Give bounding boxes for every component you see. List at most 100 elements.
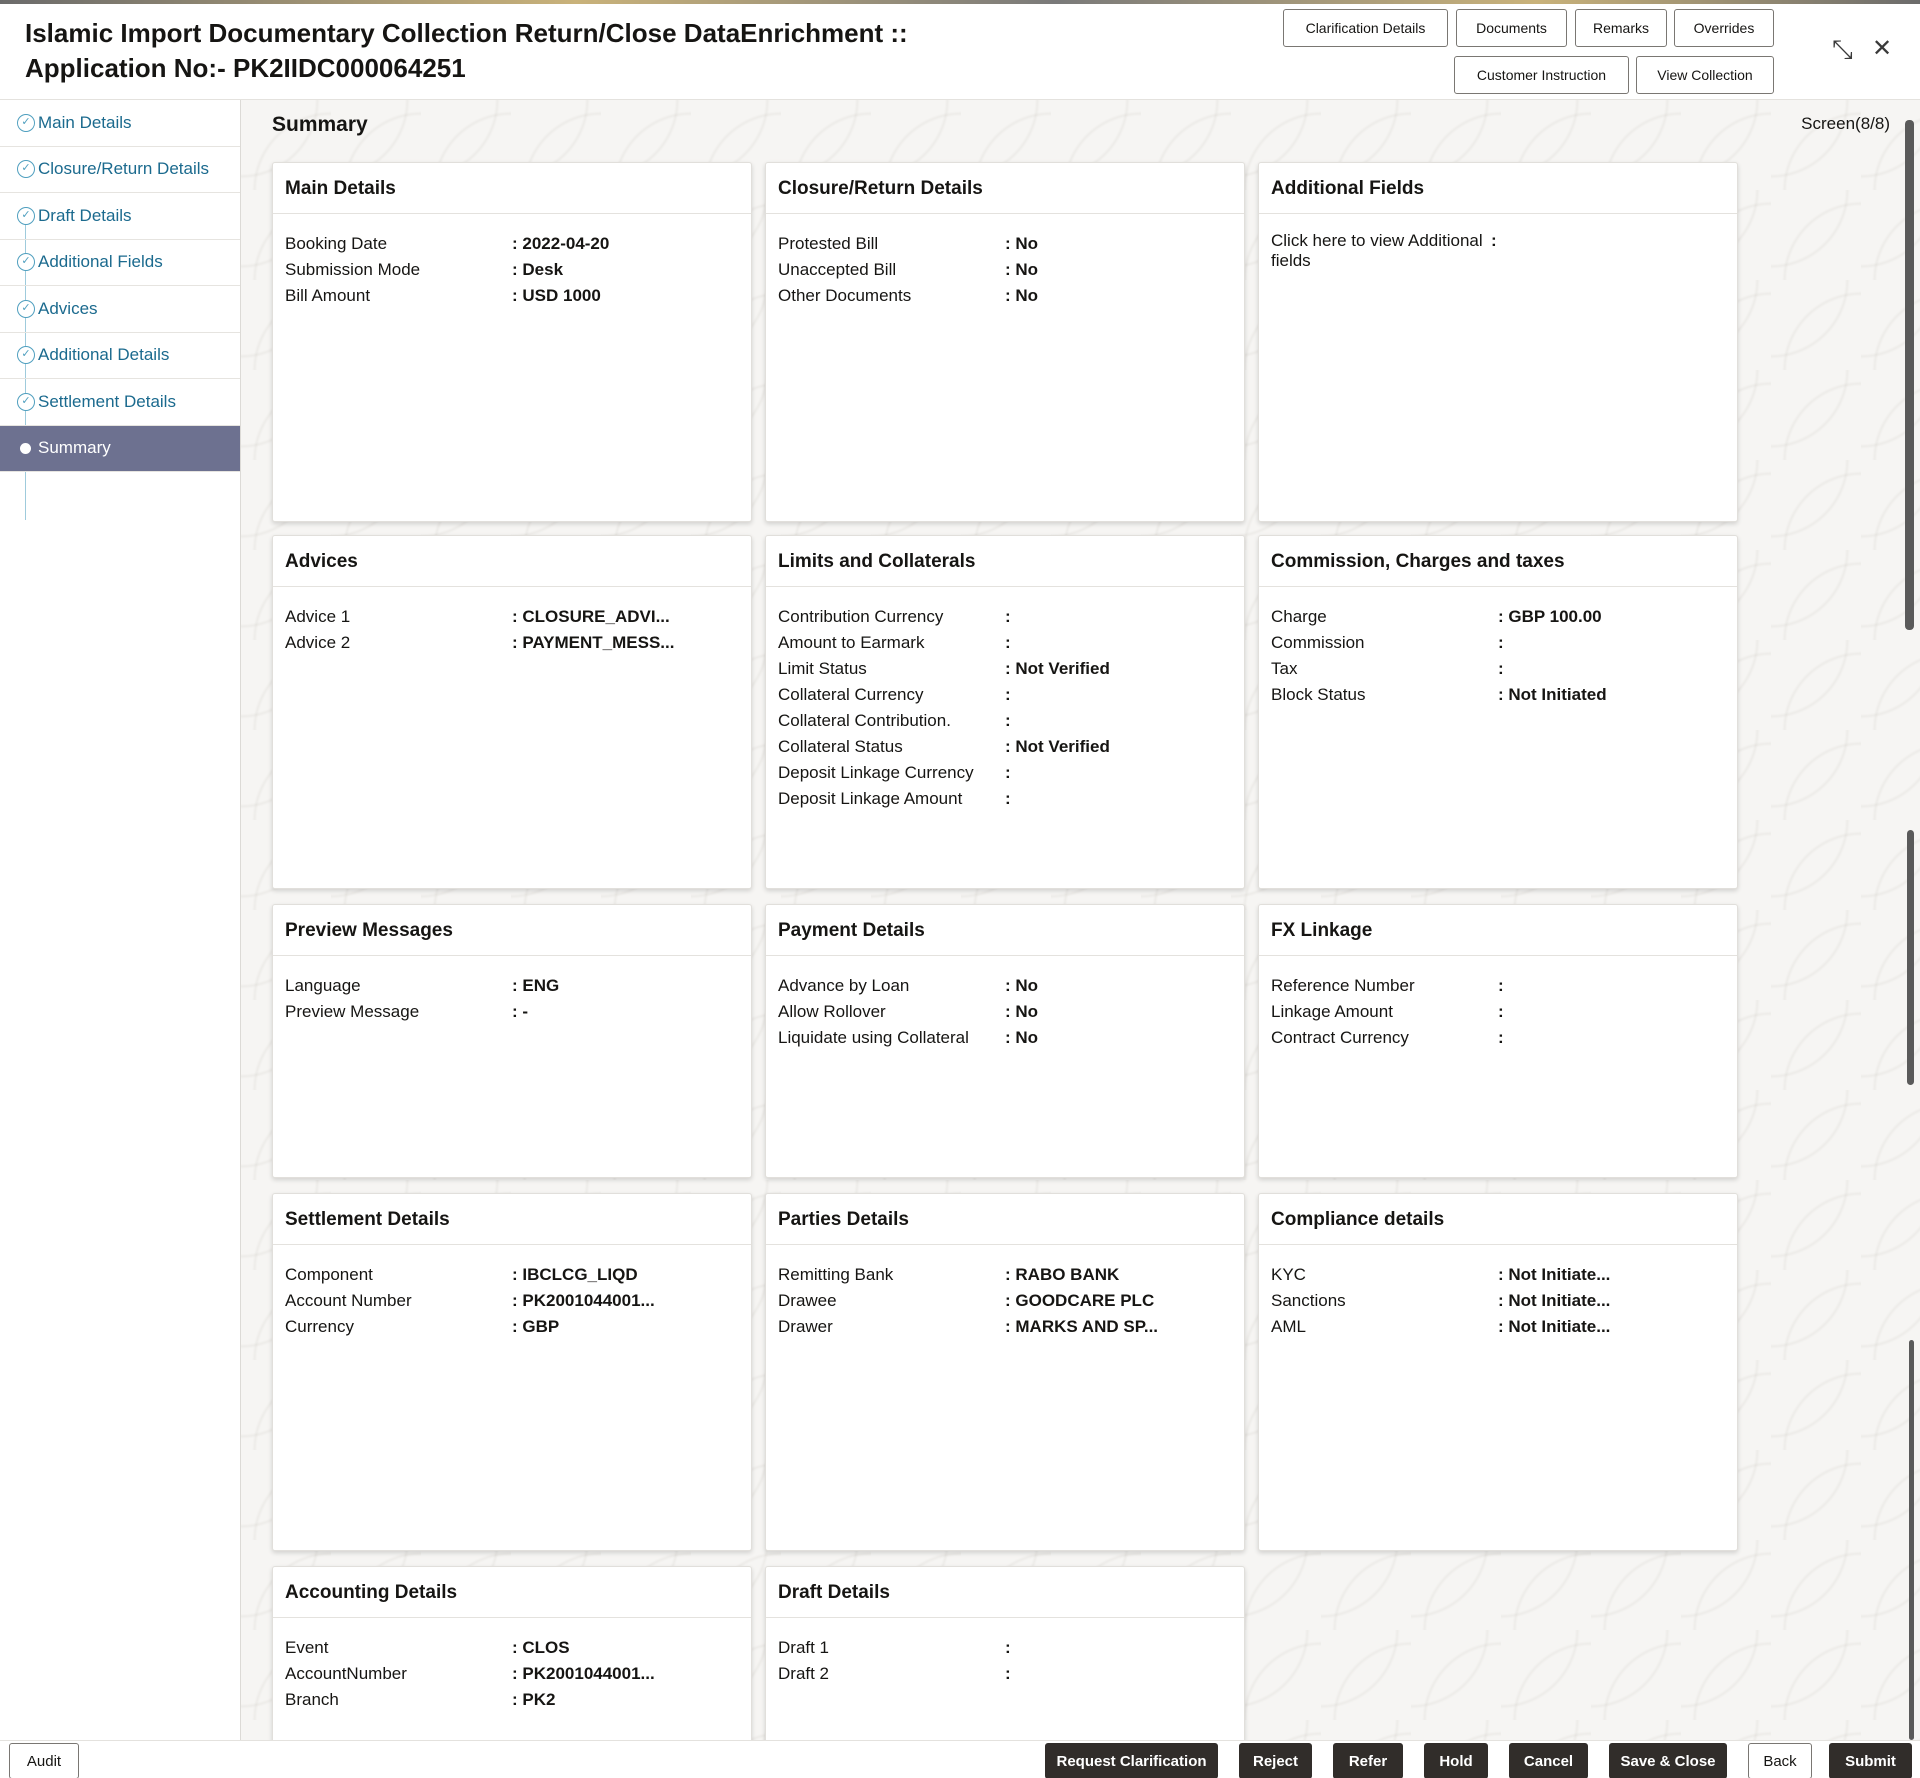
- sidebar-item-closure-return-details[interactable]: ✓Closure/Return Details: [0, 147, 240, 194]
- card-commission-charges-taxes[interactable]: Commission, Charges and taxes Charge: GB…: [1258, 535, 1738, 889]
- row-value: :: [1491, 231, 1497, 271]
- detail-row: Deposit Linkage Amount:: [778, 786, 1232, 812]
- card-limits-and-collaterals[interactable]: Limits and Collaterals Contribution Curr…: [765, 535, 1245, 889]
- row-label: Draft 1: [778, 1635, 1005, 1661]
- page-title: Islamic Import Documentary Collection Re…: [25, 16, 1045, 86]
- detail-row: Reference Number:: [1271, 973, 1725, 999]
- documents-button[interactable]: Documents: [1456, 9, 1567, 47]
- row-label: Commission: [1271, 630, 1498, 656]
- sidebar-item-label: Main Details: [38, 113, 132, 133]
- row-label: Advance by Loan: [778, 973, 1005, 999]
- row-value: : RABO BANK: [1005, 1262, 1119, 1288]
- detail-row: Deposit Linkage Currency:: [778, 760, 1232, 786]
- sidebar-item-settlement-details[interactable]: ✓Settlement Details: [0, 379, 240, 426]
- additional-fields-link[interactable]: Click here to view Additional fields: [1271, 231, 1491, 271]
- detail-row: Liquidate using Collateral: No: [778, 1025, 1232, 1051]
- card-title: Draft Details: [766, 1567, 1244, 1618]
- card-title: Advices: [273, 536, 751, 587]
- screen-indicator: Screen(8/8): [1801, 114, 1890, 134]
- detail-row[interactable]: Click here to view Additional fields:: [1271, 231, 1725, 271]
- card-draft-details[interactable]: Draft Details Draft 1: Draft 2:: [765, 1566, 1245, 1740]
- card-fx-linkage[interactable]: FX Linkage Reference Number: Linkage Amo…: [1258, 904, 1738, 1178]
- submit-button[interactable]: Submit: [1829, 1743, 1912, 1778]
- customer-instruction-button[interactable]: Customer Instruction: [1454, 56, 1629, 94]
- sidebar-item-advices[interactable]: ✓Advices: [0, 286, 240, 333]
- row-label: Reference Number: [1271, 973, 1498, 999]
- row-value: :: [1005, 786, 1011, 812]
- clarification-details-button[interactable]: Clarification Details: [1283, 9, 1448, 47]
- sidebar-item-main-details[interactable]: ✓Main Details: [0, 100, 240, 147]
- row-value: : Not Verified: [1005, 656, 1110, 682]
- card-preview-messages[interactable]: Preview Messages Language: ENG Preview M…: [272, 904, 752, 1178]
- save-close-button[interactable]: Save & Close: [1609, 1743, 1727, 1778]
- row-value: :: [1498, 973, 1504, 999]
- row-value: :: [1498, 1025, 1504, 1051]
- audit-button[interactable]: Audit: [9, 1743, 79, 1778]
- card-main-details[interactable]: Main Details Booking Date: 2022-04-20 Su…: [272, 162, 752, 522]
- cancel-button[interactable]: Cancel: [1509, 1743, 1588, 1778]
- row-label: Liquidate using Collateral: [778, 1025, 1005, 1051]
- card-compliance-details[interactable]: Compliance details KYC: Not Initiate... …: [1258, 1193, 1738, 1551]
- card-accounting-details[interactable]: Accounting Details Event: CLOS AccountNu…: [272, 1566, 752, 1740]
- row-label: Linkage Amount: [1271, 999, 1498, 1025]
- reject-button[interactable]: Reject: [1239, 1743, 1312, 1778]
- card-closure-return-details[interactable]: Closure/Return Details Protested Bill: N…: [765, 162, 1245, 522]
- row-value: : GBP: [512, 1314, 559, 1340]
- card-advices[interactable]: Advices Advice 1: CLOSURE_ADVI... Advice…: [272, 535, 752, 889]
- row-label: Preview Message: [285, 999, 512, 1025]
- row-label: KYC: [1271, 1262, 1498, 1288]
- detail-row: Draft 2:: [778, 1661, 1232, 1687]
- row-value: :: [1498, 656, 1504, 682]
- close-icon[interactable]: ✕: [1872, 34, 1892, 64]
- row-label: Remitting Bank: [778, 1262, 1005, 1288]
- card-title: Closure/Return Details: [766, 163, 1244, 214]
- row-label: Branch: [285, 1687, 512, 1713]
- row-label: Language: [285, 973, 512, 999]
- detail-row: Preview Message: -: [285, 999, 739, 1025]
- row-value: : MARKS AND SP...: [1005, 1314, 1158, 1340]
- row-value: : GOODCARE PLC: [1005, 1288, 1154, 1314]
- detail-row: Contribution Currency:: [778, 604, 1232, 630]
- row-value: : GBP 100.00: [1498, 604, 1602, 630]
- card-title: Limits and Collaterals: [766, 536, 1244, 587]
- detail-row: Unaccepted Bill: No: [778, 257, 1232, 283]
- detail-row: KYC: Not Initiate...: [1271, 1262, 1725, 1288]
- card-title: Commission, Charges and taxes: [1259, 536, 1737, 587]
- scrollbar-thumb[interactable]: [1907, 830, 1914, 1085]
- row-value: : PK2001044001...: [512, 1661, 655, 1687]
- detail-row: Bill Amount: USD 1000: [285, 283, 739, 309]
- scrollbar-thumb[interactable]: [1905, 120, 1914, 630]
- remarks-button[interactable]: Remarks: [1575, 9, 1667, 47]
- card-payment-details[interactable]: Payment Details Advance by Loan: No Allo…: [765, 904, 1245, 1178]
- detail-row: Branch: PK2: [285, 1687, 739, 1713]
- check-circle-icon: ✓: [17, 207, 35, 225]
- sidebar-item-draft-details[interactable]: ✓Draft Details: [0, 193, 240, 240]
- sidebar-item-label: Summary: [38, 438, 111, 458]
- detail-row: Contract Currency:: [1271, 1025, 1725, 1051]
- overrides-button[interactable]: Overrides: [1674, 9, 1774, 47]
- row-value: :: [1005, 604, 1011, 630]
- row-label: Bill Amount: [285, 283, 512, 309]
- view-collection-button[interactable]: View Collection: [1636, 56, 1774, 94]
- sidebar-item-additional-fields[interactable]: ✓Additional Fields: [0, 240, 240, 287]
- summary-panel: Summary Screen(8/8) Main Details Booking…: [241, 100, 1920, 1740]
- hold-button[interactable]: Hold: [1424, 1743, 1488, 1778]
- row-value: : No: [1005, 231, 1038, 257]
- back-button[interactable]: Back: [1748, 1743, 1812, 1778]
- sidebar-item-additional-details[interactable]: ✓Additional Details: [0, 333, 240, 380]
- row-label: Sanctions: [1271, 1288, 1498, 1314]
- row-value: :: [1005, 760, 1011, 786]
- row-value: : PK2: [512, 1687, 555, 1713]
- detail-row: Account Number: PK2001044001...: [285, 1288, 739, 1314]
- refer-button[interactable]: Refer: [1333, 1743, 1403, 1778]
- card-additional-fields[interactable]: Additional Fields Click here to view Add…: [1258, 162, 1738, 522]
- card-parties-details[interactable]: Parties Details Remitting Bank: RABO BAN…: [765, 1193, 1245, 1551]
- minimize-icon[interactable]: ⤡: [1832, 34, 1853, 64]
- scrollbar-thumb[interactable]: [1909, 1340, 1914, 1740]
- card-settlement-details[interactable]: Settlement Details Component: IBCLCG_LIQ…: [272, 1193, 752, 1551]
- detail-row: Linkage Amount:: [1271, 999, 1725, 1025]
- sidebar-item-summary[interactable]: Summary: [0, 426, 240, 472]
- row-value: : USD 1000: [512, 283, 601, 309]
- request-clarification-button[interactable]: Request Clarification: [1045, 1743, 1218, 1778]
- check-circle-icon: ✓: [17, 114, 35, 132]
